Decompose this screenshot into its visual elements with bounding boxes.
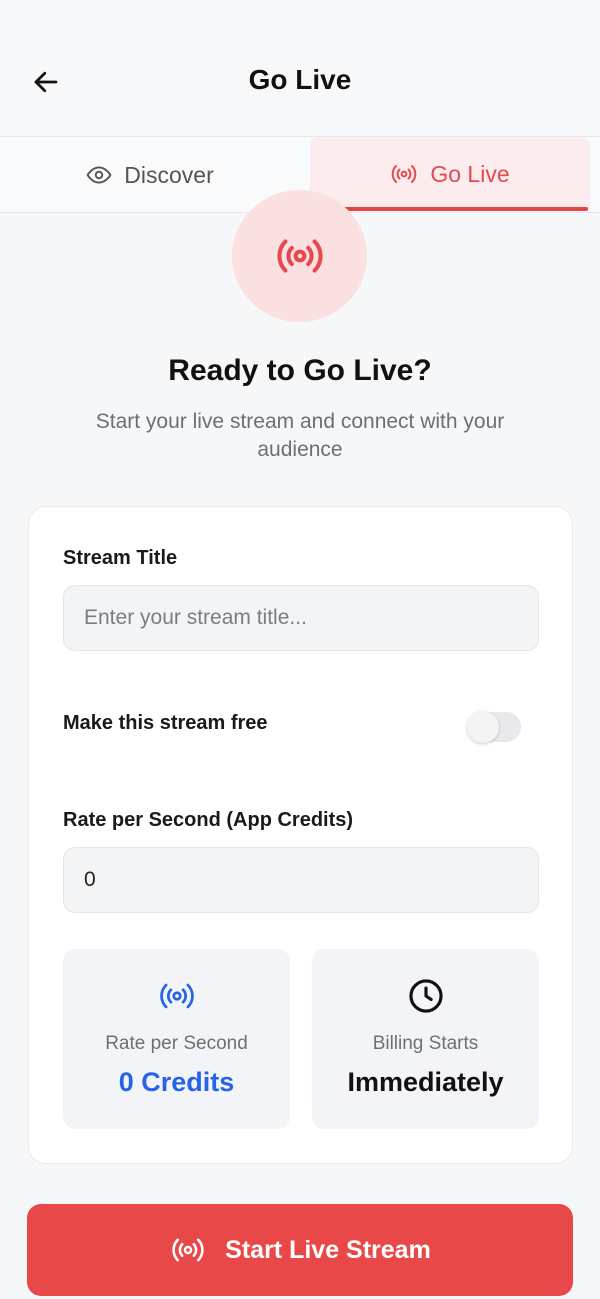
- go-live-screen: Go Live Discover Go Live Ready to Go Liv…: [0, 0, 600, 1299]
- clock-icon: [408, 979, 443, 1013]
- billing-info-caption: Billing Starts: [372, 1033, 479, 1054]
- tab-go-live[interactable]: Go Live: [310, 137, 590, 211]
- tab-discover-label: Discover: [124, 161, 214, 188]
- rate-info-caption: Rate per Second: [105, 1033, 248, 1054]
- hero-subtitle: Start your live stream and connect with …: [95, 410, 505, 461]
- broadcast-icon: [159, 983, 194, 1009]
- active-tab-indicator: [312, 207, 588, 211]
- broadcast-icon: [276, 239, 323, 273]
- free-stream-label: Make this stream free: [63, 712, 268, 734]
- billing-info-value: Immediately: [347, 1067, 504, 1097]
- start-live-stream-label: Start Live Stream: [225, 1235, 431, 1264]
- free-stream-toggle[interactable]: [467, 711, 521, 743]
- rate-info-value: 0 Credits: [118, 1067, 235, 1097]
- rate-input[interactable]: [63, 847, 539, 913]
- rate-info-box: Rate per Second 0 Credits: [63, 949, 290, 1129]
- start-live-stream-button[interactable]: Start Live Stream: [27, 1204, 573, 1296]
- broadcast-icon: [392, 165, 417, 183]
- rate-label: Rate per Second (App Credits): [63, 809, 354, 831]
- tab-go-live-label: Go Live: [430, 160, 510, 187]
- page-title: Go Live: [248, 64, 352, 95]
- tab-discover[interactable]: Discover: [0, 137, 300, 213]
- stream-settings-card: Stream Title Make this stream free Rate …: [28, 506, 573, 1164]
- hero-icon-circle: [232, 190, 367, 322]
- billing-info-box: Billing Starts Immediately: [312, 949, 539, 1129]
- broadcast-icon: [172, 1238, 204, 1262]
- eye-icon: [86, 166, 112, 184]
- app-header: Go Live: [0, 0, 600, 136]
- hero-title: Ready to Go Live?: [168, 354, 432, 387]
- toggle-knob: [467, 711, 499, 743]
- stream-title-input[interactable]: [63, 585, 539, 651]
- stream-title-label: Stream Title: [63, 547, 178, 569]
